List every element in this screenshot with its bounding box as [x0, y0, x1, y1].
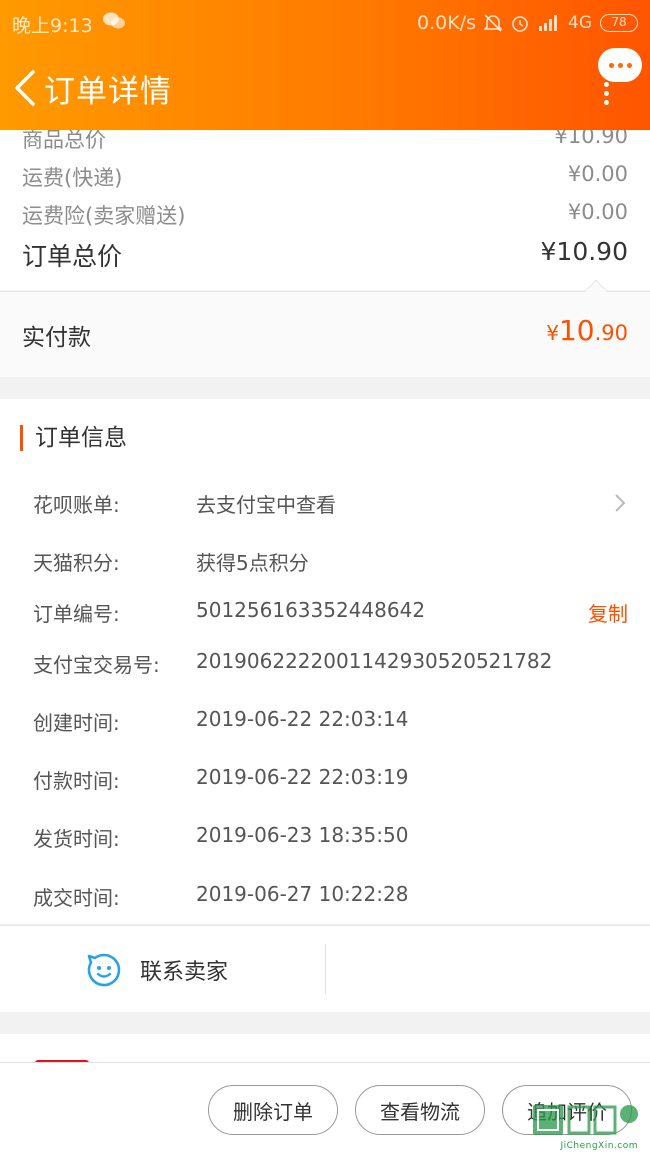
watermark-logo [533, 1105, 638, 1135]
signal-icon [539, 15, 557, 31]
contact-card: 联系卖家 [0, 925, 650, 1012]
paid-label: 实付款 [22, 325, 91, 351]
price-value: ¥0.00 [567, 162, 628, 186]
paid-time-row: 付款时间: 2019-06-22 22:03:19 [33, 765, 628, 795]
info-value: 2019-06-22 22:03:19 [196, 765, 409, 789]
price-value: ¥0.00 [567, 200, 628, 224]
section-title: 订单信息 [20, 425, 127, 451]
info-label: 订单编号: [33, 602, 120, 626]
created-time-row: 创建时间: 2019-06-22 22:03:14 [33, 707, 628, 737]
info-value: 2019-06-27 10:22:28 [196, 882, 409, 906]
price-label: 运费险(卖家赠送) [22, 204, 186, 228]
battery-indicator: 78 [600, 14, 638, 32]
order-number-row: 订单编号: 501256163352448642 复制 [33, 598, 628, 628]
app-header: 晚上9:13 0.0K/s 4G 78 订单详情 [0, 0, 650, 130]
alipay-tx-row: 支付宝交易号: 2019062222001142930520521782 [33, 649, 628, 679]
page-title: 订单详情 [44, 74, 172, 110]
more-options-icon[interactable] [604, 82, 610, 105]
paid-amount-card: 实付款 ¥10.90 [0, 279, 650, 377]
order-total-value: ¥10.90 [540, 237, 628, 266]
info-label: 创建时间: [33, 711, 120, 735]
info-label: 付款时间: [33, 769, 120, 793]
message-bubble-button[interactable] [598, 48, 642, 82]
paid-currency: ¥ [546, 321, 559, 345]
chevron-right-icon [615, 494, 626, 512]
alarm-icon [512, 16, 528, 32]
status-time: 晚上9:13 [12, 15, 93, 37]
price-summary-card: 商品总价 ¥10.90 运费(快递) ¥0.00 运费险(卖家赠送) ¥0.00… [0, 124, 650, 290]
info-value: 获得5点积分 [196, 551, 309, 575]
paid-integer: 10 [558, 314, 595, 347]
price-row-shipping-insurance: 运费险(卖家赠送) ¥0.00 [22, 200, 628, 230]
paid-amount: ¥10.90 [546, 314, 628, 347]
dot [608, 62, 614, 68]
bell-mute-icon [484, 14, 502, 32]
info-label: 成交时间: [33, 886, 120, 910]
copy-button[interactable]: 复制 [588, 598, 628, 627]
network-speed: 0.0K/s [417, 12, 476, 34]
info-label: 天猫积分: [33, 551, 120, 575]
dot [626, 62, 632, 68]
status-bar: 晚上9:13 0.0K/s 4G 78 [0, 0, 650, 44]
wechat-icon [103, 12, 125, 29]
info-value: 2019-06-23 18:35:50 [196, 823, 409, 847]
order-total-label: 订单总价 [22, 242, 123, 271]
price-row-order-total: 订单总价 ¥10.90 [22, 237, 628, 273]
shipped-time-row: 发货时间: 2019-06-23 18:35:50 [33, 823, 628, 853]
order-number-value: 501256163352448642 [196, 598, 426, 622]
bottom-action-bar: 删除订单 查看物流 追加评价 JiChengXin.com [0, 1062, 650, 1155]
price-row-shipping: 运费(快递) ¥0.00 [22, 162, 628, 192]
view-logistics-button[interactable]: 查看物流 [355, 1085, 485, 1135]
dot [617, 62, 623, 68]
order-info-card: 订单信息 花呗账单: 去支付宝中查看 天猫积分: 获得5点积分 订单编号: 50… [0, 399, 650, 924]
info-label: 花呗账单: [33, 493, 120, 517]
divider [325, 944, 326, 994]
huabei-row[interactable]: 花呗账单: 去支付宝中查看 [33, 489, 628, 519]
tmall-points-row: 天猫积分: 获得5点积分 [33, 547, 628, 577]
alipay-tx-value: 2019062222001142930520521782 [196, 649, 553, 673]
price-label: 运费(快递) [22, 166, 123, 190]
watermark-text: JiChengXin.com [560, 1141, 638, 1151]
completed-time-row: 成交时间: 2019-06-27 10:22:28 [33, 882, 628, 912]
status-right: 0.0K/s 4G 78 [417, 11, 638, 35]
chat-smile-icon [87, 953, 121, 987]
info-value: 去支付宝中查看 [196, 493, 336, 517]
contact-seller-button[interactable]: 联系卖家 [86, 952, 228, 988]
network-type: 4G [568, 13, 592, 33]
contact-seller-label: 联系卖家 [140, 960, 229, 985]
info-label: 支付宝交易号: [33, 653, 160, 677]
delete-order-button[interactable]: 删除订单 [208, 1085, 338, 1135]
info-value: 2019-06-22 22:03:14 [196, 707, 409, 731]
info-label: 发货时间: [33, 827, 120, 851]
paid-decimal: .90 [594, 321, 628, 345]
back-arrow-icon[interactable] [14, 70, 36, 106]
